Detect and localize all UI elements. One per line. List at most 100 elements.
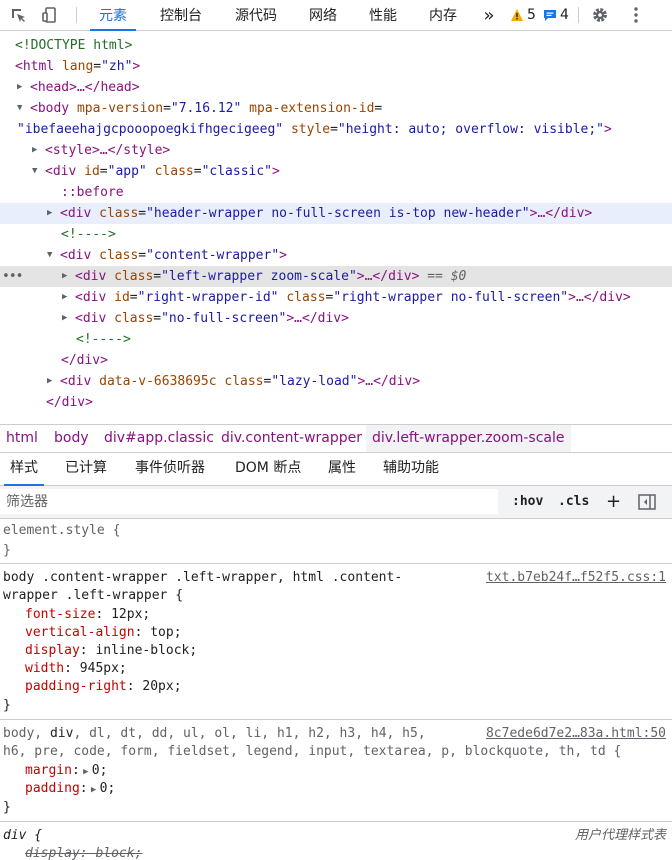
style-rule-user-agent[interactable]: div { 用户代理样式表 display: block; bbox=[0, 825, 672, 860]
tag-end: >…</div> bbox=[356, 269, 420, 284]
tab-performance[interactable]: 性能 bbox=[360, 0, 406, 30]
attr-value: "7.16.12" bbox=[170, 101, 242, 116]
expand-triangle-icon[interactable]: ▶ bbox=[80, 763, 92, 781]
gear-icon[interactable] bbox=[588, 0, 612, 30]
attr-value: "classic" bbox=[201, 164, 273, 179]
style-property[interactable]: padding: ▶ 0; bbox=[25, 780, 115, 798]
warnings-count: 5 bbox=[527, 7, 536, 23]
warnings-badge[interactable]: 5 bbox=[510, 4, 536, 26]
breadcrumb-div-app[interactable]: div#app.classic bbox=[98, 425, 220, 452]
tab-elements[interactable]: 元素 bbox=[86, 0, 140, 31]
styles-sidebar-tabs: 样式 已计算 事件侦听器 DOM 断点 属性 辅助功能 bbox=[0, 452, 672, 486]
expand-triangle-icon[interactable]: ▶ bbox=[62, 308, 72, 329]
attr-name: style bbox=[290, 122, 331, 137]
style-property[interactable]: display: inline-block; bbox=[25, 642, 197, 660]
dom-node-html[interactable]: <html lang="zh"> bbox=[0, 56, 672, 77]
hov-button[interactable]: :hov bbox=[512, 486, 543, 518]
attr-value: "left-wrapper zoom-scale" bbox=[161, 269, 357, 284]
dom-node-right-wrapper[interactable]: ▶ <div id="right-wrapper-id" class="righ… bbox=[0, 287, 672, 308]
style-property[interactable]: width: 945px; bbox=[25, 660, 127, 678]
messages-badge[interactable]: 4 bbox=[543, 4, 569, 26]
property-value: 945px; bbox=[79, 661, 127, 676]
style-property[interactable]: padding-right: 20px; bbox=[25, 678, 182, 696]
breadcrumb-body[interactable]: body bbox=[48, 425, 95, 452]
collapse-triangle-icon[interactable]: ▼ bbox=[32, 161, 42, 182]
style-rule-left-wrapper[interactable]: body .content-wrapper .left-wrapper, htm… bbox=[0, 567, 672, 720]
style-property[interactable]: vertical-align: top; bbox=[25, 624, 182, 642]
style-property[interactable]: margin: ▶ 0; bbox=[25, 762, 107, 780]
dom-node-no-full-screen[interactable]: ▶ <div class="no-full-screen">…</div> bbox=[0, 308, 672, 329]
rule-source-link[interactable]: txt.b7eb24f…f52f5.css:1 bbox=[486, 569, 666, 587]
more-tabs-button[interactable]: » bbox=[478, 0, 500, 30]
expand-triangle-icon[interactable]: ▶ bbox=[88, 781, 100, 799]
styles-filter-input[interactable] bbox=[0, 489, 498, 514]
attr-name: class bbox=[286, 290, 326, 305]
attr-name: class bbox=[154, 164, 194, 179]
tag-div: <div bbox=[75, 311, 107, 326]
breadcrumb-html[interactable]: html bbox=[0, 425, 44, 452]
attr-name: class bbox=[114, 311, 154, 326]
expand-triangle-icon[interactable]: ▶ bbox=[17, 77, 27, 98]
property-name: padding-right bbox=[25, 679, 127, 694]
tab-styles[interactable]: 样式 bbox=[4, 452, 44, 486]
new-style-rule-button[interactable]: + bbox=[606, 486, 621, 518]
dom-node-close-div[interactable]: </div> bbox=[0, 350, 672, 371]
dom-node-comment[interactable]: <!----> bbox=[0, 329, 672, 350]
tab-console[interactable]: 控制台 bbox=[150, 0, 212, 30]
expand-triangle-icon[interactable]: ▶ bbox=[47, 371, 57, 392]
dom-node-comment[interactable]: <!----> bbox=[0, 224, 672, 245]
expand-triangle-icon[interactable]: ▶ bbox=[62, 266, 72, 287]
cls-button[interactable]: .cls bbox=[558, 486, 589, 518]
tag-div: <div bbox=[45, 164, 77, 179]
expand-triangle-icon[interactable]: ▶ bbox=[32, 140, 42, 161]
tab-sources[interactable]: 源代码 bbox=[225, 0, 287, 30]
tab-dom-breakpoints[interactable]: DOM 断点 bbox=[235, 452, 301, 485]
breadcrumb-content-wrapper[interactable]: div.content-wrapper bbox=[215, 425, 368, 452]
dom-node-doctype[interactable]: <!DOCTYPE html> bbox=[0, 35, 672, 56]
dom-node-content-wrapper[interactable]: ▼ <div class="content-wrapper"> bbox=[0, 245, 672, 266]
dom-node-lazy-load[interactable]: ▶ <div data-v-6638695c class="lazy-load"… bbox=[0, 371, 672, 392]
attr-name: mpa-version bbox=[76, 101, 164, 116]
device-toolbar-icon[interactable] bbox=[38, 0, 62, 30]
inspect-element-icon[interactable] bbox=[6, 0, 30, 30]
rule-selector-match: div bbox=[49, 726, 74, 741]
rule-source-link[interactable]: 8c7ede6d7e2…83a.html:50 bbox=[486, 725, 666, 743]
tag-style: <style>…</style> bbox=[45, 143, 171, 158]
tab-accessibility[interactable]: 辅助功能 bbox=[383, 452, 439, 485]
breadcrumb-left-wrapper[interactable]: div.left-wrapper.zoom-scale bbox=[366, 425, 571, 452]
dom-tree[interactable]: <!DOCTYPE html> <html lang="zh"> ▶ <head… bbox=[0, 31, 672, 423]
rule-selector: element.style { bbox=[3, 523, 121, 538]
collapse-triangle-icon[interactable]: ▼ bbox=[17, 98, 27, 119]
tab-network[interactable]: 网络 bbox=[300, 0, 346, 30]
style-rule-reset[interactable]: body, div, dl, dt, dd, ul, ol, li, h1, h… bbox=[0, 723, 672, 822]
dom-node-before[interactable]: ::before bbox=[0, 182, 672, 203]
property-value: top; bbox=[150, 625, 182, 640]
tab-computed[interactable]: 已计算 bbox=[65, 452, 107, 485]
style-rule-element[interactable]: element.style { } bbox=[0, 519, 672, 564]
dom-node-app[interactable]: ▼ <div id="app" class="classic"> bbox=[0, 161, 672, 182]
tab-memory[interactable]: 内存 bbox=[420, 0, 466, 30]
dom-node-body-cont[interactable]: "ibefaeehajgcpooopoegkifhgecigeeg" style… bbox=[0, 119, 672, 140]
attr-name: class bbox=[99, 248, 139, 263]
doctype-text: <!DOCTYPE html> bbox=[15, 38, 133, 53]
dom-node-header-wrapper[interactable]: ▶ <div class="header-wrapper no-full-scr… bbox=[0, 203, 672, 224]
dom-node-style[interactable]: ▶ <style>…</style> bbox=[0, 140, 672, 161]
node-actions-icon[interactable]: ••• bbox=[2, 266, 24, 287]
dom-node-close-div[interactable]: </div> bbox=[0, 392, 672, 413]
dom-node-body[interactable]: ▼ <body mpa-version="7.16.12" mpa-extens… bbox=[0, 98, 672, 119]
property-name: font-size bbox=[25, 607, 96, 622]
tab-properties[interactable]: 属性 bbox=[328, 452, 356, 485]
collapse-triangle-icon[interactable]: ▼ bbox=[47, 245, 57, 266]
tag-end: >…</div> bbox=[357, 374, 421, 389]
expand-triangle-icon[interactable]: ▶ bbox=[62, 287, 72, 308]
tab-event-listeners[interactable]: 事件侦听器 bbox=[135, 452, 205, 485]
dom-node-left-wrapper[interactable]: ••• ▶ <div class="left-wrapper zoom-scal… bbox=[0, 266, 672, 287]
expand-triangle-icon[interactable]: ▶ bbox=[47, 203, 57, 224]
toggle-sidebar-icon[interactable] bbox=[638, 494, 656, 514]
style-property[interactable]: font-size: 12px; bbox=[25, 606, 150, 624]
kebab-menu-icon[interactable] bbox=[624, 0, 648, 30]
dom-node-head[interactable]: ▶ <head>…</head> bbox=[0, 77, 672, 98]
attr-value: "right-wrapper-id" bbox=[137, 290, 279, 305]
style-property-overridden[interactable]: display: block; bbox=[25, 845, 142, 860]
tag-body: <body bbox=[30, 101, 70, 116]
